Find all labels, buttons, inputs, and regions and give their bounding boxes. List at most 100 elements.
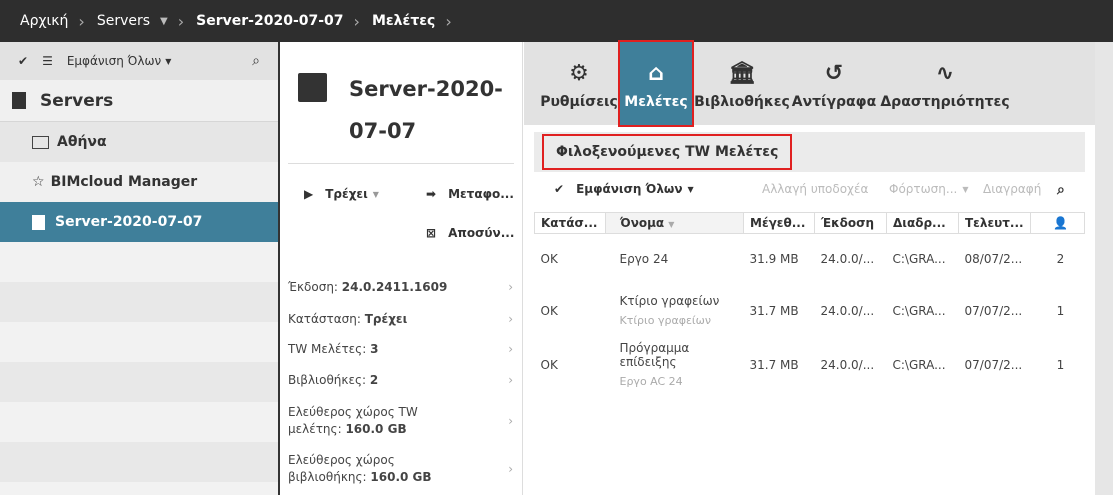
projects-panel: ⚙ Ρυθμίσεις ⌂ Μελέτες 🏛 Βιβλιοθήκες ↺ Αντίγρ… (524, 40, 1095, 495)
list-icon[interactable]: ☰ (42, 54, 53, 68)
chevron-right-icon: › (78, 11, 85, 31)
caret-down-icon: ▼ (687, 184, 694, 194)
activity-icon: ∿ (935, 61, 955, 86)
info-library-space[interactable]: Ελεύθερος χώρος βιβλιοθήκης: 160.0 GB › (288, 452, 513, 486)
server-icon (12, 92, 26, 109)
tab-projects[interactable]: ⌂ Μελέτες (618, 40, 694, 127)
cell-status: OK (540, 357, 558, 372)
run-status-button[interactable]: ▶ Τρέχει ▼ (304, 187, 379, 201)
section-header: Φιλοξενούμενες TW Μελέτες (534, 132, 1085, 172)
info-project-space[interactable]: Ελεύθερος χώρος TW μελέτης: 160.0 GB › (288, 404, 513, 438)
server-title: Server-2020- 07-07 (349, 77, 503, 143)
server-details-panel: Server-2020- 07-07 ▶ Τρέχει ▼ ➡ Μεταφο... ⊠ Α… (280, 42, 523, 495)
check-icon[interactable]: ✔ (18, 54, 28, 68)
caret-down-icon: ▼ (962, 184, 969, 194)
delete-button[interactable]: Διαγραφή (983, 182, 1041, 196)
disconnect-button[interactable]: ⊠ Αποσύν... (426, 226, 514, 240)
breadcrumb-home[interactable]: Αρχική (20, 13, 68, 29)
servers-header-label: Servers (40, 90, 114, 111)
column-last-modified[interactable]: Τελευτ... (958, 212, 1031, 234)
caret-down-icon: ▼ (372, 189, 379, 199)
cell-size: 31.9 MB (749, 251, 799, 266)
chevron-right-icon: › (353, 11, 360, 31)
cell-last: 07/07/2... (964, 357, 1023, 372)
section-title: Φιλοξενούμενες TW Μελέτες (542, 134, 793, 170)
server-icon (32, 214, 45, 230)
cell-path: C:\GRA... (892, 357, 946, 372)
sidebar-item-bimcloud-manager[interactable]: ☆ BIMcloud Manager (0, 162, 278, 202)
info-status[interactable]: Κατάσταση: Τρέχει › (288, 312, 513, 326)
cell-size: 31.7 MB (749, 357, 799, 372)
info-libraries[interactable]: Βιβλιοθήκες: 2 › (288, 373, 513, 387)
table-row[interactable]: OK Πρόγραμμα επίδειξης Εργο AC 24 31.7 MB 24… (535, 338, 1085, 392)
chevron-right-icon: › (177, 11, 185, 31)
project-icon: ⌂ (648, 61, 664, 86)
sidebar-item-server-2020-07-07[interactable]: Server-2020-07-07 (0, 202, 278, 242)
projects-table: Κατάσ... Όνομα ▼ Μέγεθ... Έκδοση Διαδρ...… (534, 212, 1085, 392)
column-size[interactable]: Μέγεθ... (743, 212, 815, 234)
caret-down-icon[interactable]: ▼ (160, 16, 168, 27)
cell-users: 2 (1056, 251, 1065, 266)
upload-button[interactable]: Φόρτωση... ▼ (889, 182, 969, 196)
cell-version: 24.0.0/... (820, 357, 875, 372)
breadcrumb: Αρχική › Servers ▼ › Server-2020-07-07 › Μελ… (0, 0, 1113, 42)
check-icon: ✔ (554, 182, 565, 196)
sidebar-toolbar: ✔ ☰ Εμφάνιση Όλων ▼ ⌕ (0, 42, 278, 80)
info-version[interactable]: Έκδοση: 24.0.2411.1609 › (288, 280, 513, 294)
tab-settings[interactable]: ⚙ Ρυθμίσεις (540, 42, 618, 125)
cell-name: Κτίριο γραφείων Κτίριο γραφείων (606, 284, 744, 338)
cell-name: Εργο 24 (619, 251, 669, 266)
column-users[interactable]: 👤 (1030, 212, 1085, 234)
cell-users: 1 (1056, 357, 1065, 372)
tab-bar: ⚙ Ρυθμίσεις ⌂ Μελέτες 🏛 Βιβλιοθήκες ↺ Αντίγρ… (524, 40, 1095, 127)
cell-size: 31.7 MB (749, 303, 799, 318)
tab-backups[interactable]: ↺ Αντίγραφα (790, 42, 878, 125)
folder-icon (32, 135, 49, 149)
cell-version: 24.0.0/... (820, 303, 875, 318)
cell-subname: Κτίριο γραφείων (619, 314, 712, 327)
cell-path: C:\GRA... (892, 303, 946, 318)
library-icon: 🏛 (728, 61, 756, 86)
sidebar-item-athens[interactable]: Αθήνα (0, 122, 278, 162)
tab-activities[interactable]: ∿ Δραστηριότητες (880, 42, 1009, 125)
cell-status: OK (540, 251, 558, 266)
cell-version: 24.0.0/... (820, 251, 875, 266)
cell-last: 08/07/2... (964, 251, 1023, 266)
cell-subname: Εργο AC 24 (619, 375, 683, 388)
search-icon[interactable]: ⌕ (252, 53, 260, 69)
manager-star-icon: ☆ (32, 174, 45, 190)
column-version[interactable]: Έκδοση (814, 212, 887, 234)
search-icon[interactable]: ⌕ (1057, 182, 1065, 198)
tab-libraries[interactable]: 🏛 Βιβλιοθήκες (694, 42, 790, 125)
scrollbar[interactable] (1095, 42, 1113, 495)
filter-dropdown[interactable]: ✔ Εμφάνιση Όλων ▼ (554, 182, 694, 196)
play-icon: ▶ (304, 187, 314, 201)
sort-caret-icon: ▼ (668, 220, 675, 229)
divider (288, 163, 514, 164)
servers-header: Servers (0, 80, 278, 122)
chevron-right-icon: › (508, 280, 513, 294)
change-host-button[interactable]: Αλλαγή υποδοχέα (762, 182, 868, 196)
caret-down-icon: ▼ (165, 56, 172, 66)
sidebar-item-label: Server-2020-07-07 (55, 214, 203, 230)
sidebar-filter-dropdown[interactable]: Εμφάνιση Όλων (67, 54, 161, 68)
breadcrumb-server[interactable]: Server-2020-07-07 (196, 13, 343, 29)
chevron-right-icon[interactable]: › (445, 12, 451, 31)
column-path[interactable]: Διαδρ... (886, 212, 959, 234)
server-icon (298, 73, 327, 102)
chevron-right-icon: › (508, 373, 513, 387)
chevron-right-icon: › (508, 312, 513, 326)
gear-icon: ⚙ (569, 61, 589, 86)
user-icon: 👤 (1053, 216, 1068, 230)
table-row[interactable]: OK Κτίριο γραφείων Κτίριο γραφείων 31.7 MB 2… (535, 284, 1085, 338)
column-name[interactable]: Όνομα ▼ (605, 212, 744, 234)
cell-path: C:\GRA... (892, 251, 946, 266)
cell-name: Πρόγραμμα επίδειξης Εργο AC 24 (606, 338, 744, 392)
migrate-button[interactable]: ➡ Μεταφο... (426, 187, 514, 201)
info-projects[interactable]: TW Μελέτες: 3 › (288, 342, 513, 356)
cell-last: 07/07/2... (964, 303, 1023, 318)
breadcrumb-servers[interactable]: Servers (97, 13, 150, 29)
table-row[interactable]: OK Εργο 24 31.9 MB 24.0.0/... C:\GRA... 08/07… (535, 234, 1085, 284)
column-status[interactable]: Κατάσ... (534, 212, 606, 234)
sidebar-item-label: Αθήνα (57, 134, 107, 150)
